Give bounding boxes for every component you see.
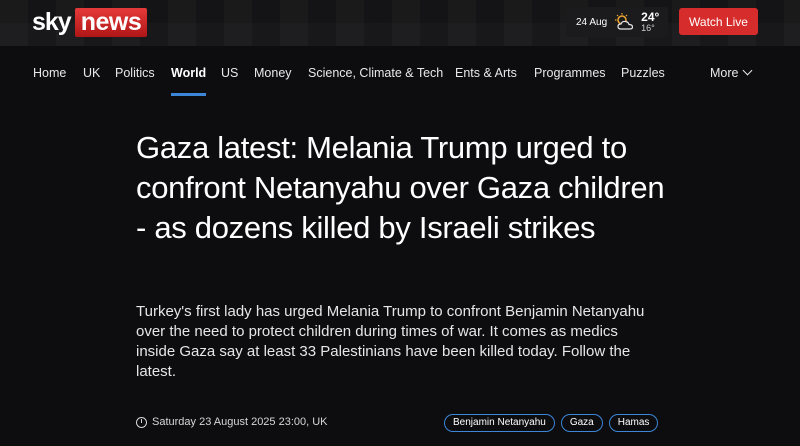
- watch-live-button[interactable]: Watch Live: [679, 8, 758, 35]
- weather-date: 24 Aug: [576, 16, 608, 28]
- nav-item-politics[interactable]: Politics: [115, 66, 155, 80]
- logo-news-text: news: [74, 7, 148, 37]
- sky-news-logo[interactable]: sky news: [32, 7, 148, 37]
- partly-cloudy-icon: [615, 13, 634, 30]
- article-timestamp: Saturday 23 August 2025 23:00, UK: [136, 416, 328, 428]
- nav-more-button[interactable]: More: [710, 65, 753, 80]
- timestamp-text: Saturday 23 August 2025 23:00, UK: [152, 416, 328, 428]
- weather-low: 16°: [641, 23, 655, 33]
- nav-item-world[interactable]: World: [171, 66, 206, 80]
- logo-sky-text: sky: [32, 7, 72, 36]
- tag-hamas[interactable]: Hamas: [608, 414, 659, 432]
- nav-item-ents-arts[interactable]: Ents & Arts: [455, 66, 517, 80]
- site-header: sky news 24 Aug 24° 16° Watch Live: [0, 0, 800, 46]
- nav-item-programmes[interactable]: Programmes: [534, 66, 606, 80]
- nav-item-us[interactable]: US: [221, 66, 238, 80]
- active-tab-indicator: [171, 93, 206, 96]
- nav-item-uk[interactable]: UK: [83, 66, 100, 80]
- weather-temps: 24° 16°: [641, 11, 659, 33]
- nav-item-puzzles[interactable]: Puzzles: [621, 66, 665, 80]
- chevron-down-icon: [743, 65, 753, 76]
- article-tags: Benjamin Netanyahu Gaza Hamas: [444, 414, 659, 432]
- weather-high: 24°: [641, 10, 660, 24]
- nav-item-home[interactable]: Home: [33, 66, 66, 80]
- main-nav: Home UK Politics World US Money Science,…: [0, 46, 800, 96]
- article-standfirst: Turkey's first lady has urged Melania Tr…: [136, 303, 645, 380]
- article-headline: Gaza latest: Melania Trump urged to conf…: [136, 130, 665, 245]
- tag-benjamin-netanyahu[interactable]: Benjamin Netanyahu: [444, 414, 555, 432]
- nav-item-money[interactable]: Money: [254, 66, 292, 80]
- tag-gaza[interactable]: Gaza: [560, 414, 603, 432]
- weather-widget[interactable]: 24 Aug 24° 16°: [566, 7, 668, 37]
- clock-icon: [136, 416, 147, 428]
- nav-item-science-climate-tech[interactable]: Science, Climate & Tech: [308, 66, 443, 80]
- nav-more-label: More: [710, 66, 739, 80]
